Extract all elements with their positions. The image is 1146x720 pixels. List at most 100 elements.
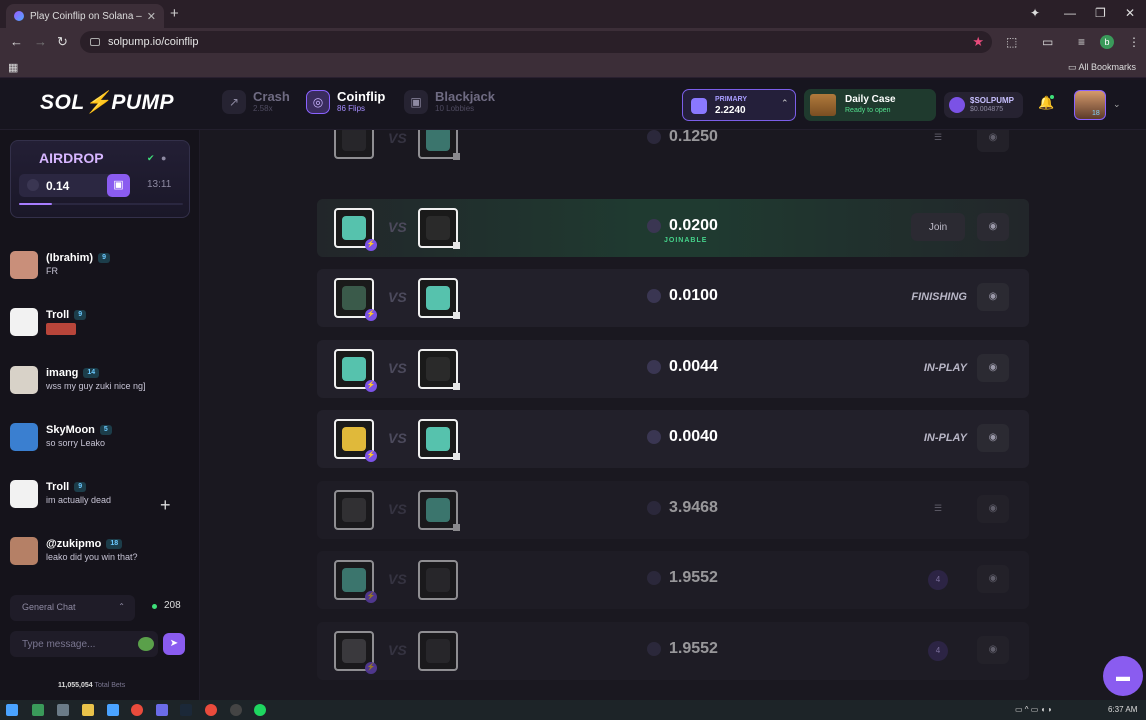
view-flip-button[interactable]: ◉ bbox=[977, 283, 1009, 311]
chat-username[interactable]: @zukipmo bbox=[46, 538, 101, 550]
check-icon: ✔ bbox=[147, 153, 155, 163]
avatar[interactable] bbox=[10, 366, 38, 394]
taskbar-app-icon[interactable] bbox=[57, 704, 69, 716]
back-icon[interactable]: ← bbox=[10, 34, 23, 49]
file-explorer-icon[interactable] bbox=[82, 704, 94, 716]
browser-tab[interactable]: Play Coinflip on Solana – No K ✕ bbox=[6, 4, 164, 28]
wager-amount: 0.0040 bbox=[647, 428, 718, 446]
apps-grid-icon[interactable]: ▦ bbox=[8, 61, 18, 74]
tab-blackjack[interactable]: ▣ Blackjack 10 Lobbies bbox=[404, 90, 495, 114]
avatar[interactable] bbox=[10, 251, 38, 279]
media-icon[interactable]: ≡ bbox=[1078, 35, 1085, 49]
tab-crash[interactable]: ↗ Crash 2.58x bbox=[222, 90, 290, 114]
chat-room-select[interactable]: General Chat ⌃ bbox=[10, 595, 135, 621]
player-avatar[interactable] bbox=[418, 349, 460, 390]
taskbar-app-icon[interactable] bbox=[107, 704, 119, 716]
steam-icon[interactable] bbox=[180, 704, 192, 716]
avatar[interactable] bbox=[10, 480, 38, 508]
taskbar-app-icon[interactable] bbox=[32, 704, 44, 716]
info-icon[interactable]: ● bbox=[161, 153, 166, 163]
chat-username[interactable]: Troll bbox=[46, 309, 69, 321]
player-avatar[interactable]: ⚡ bbox=[334, 631, 377, 674]
view-flip-button[interactable]: ◉ bbox=[977, 424, 1009, 452]
avatar[interactable] bbox=[10, 308, 38, 336]
wallet-balance-button[interactable]: PRIMARY 2.2240 ⌃ bbox=[682, 89, 796, 121]
token-price-button[interactable]: $SOLPUMP $0.004875 bbox=[944, 92, 1023, 118]
chat-username[interactable]: (Ibrahim) bbox=[46, 252, 93, 264]
player-avatar[interactable]: ⚡ bbox=[334, 349, 377, 392]
bookmarks-bar: ▦ ▭ All Bookmarks bbox=[0, 56, 1146, 78]
view-flip-button[interactable]: ◉ bbox=[977, 213, 1009, 241]
airdrop-claim-button[interactable]: ▣ bbox=[107, 174, 130, 197]
player-avatar[interactable] bbox=[418, 560, 458, 600]
send-message-button[interactable]: ➤ bbox=[163, 633, 185, 655]
player-avatar[interactable] bbox=[418, 130, 460, 160]
emoji-picker-icon[interactable] bbox=[138, 637, 154, 651]
view-flip-button[interactable]: ◉ bbox=[977, 495, 1009, 523]
daily-case-button[interactable]: Daily Case Ready to open bbox=[804, 89, 936, 121]
avatar[interactable] bbox=[10, 537, 38, 565]
address-bar[interactable]: solpump.io/coinflip ★ bbox=[80, 31, 992, 53]
total-bets: 11,055,054 Total Bets bbox=[58, 682, 125, 689]
chevron-down-icon[interactable]: ⌄ bbox=[1113, 99, 1121, 110]
reload-icon[interactable]: ↻ bbox=[57, 34, 68, 50]
chrome-icon[interactable] bbox=[205, 704, 217, 716]
level-badge: 18 bbox=[106, 539, 123, 549]
support-chat-button[interactable]: ▬ bbox=[1103, 656, 1143, 696]
site-info-icon[interactable] bbox=[90, 38, 100, 46]
daily-case-sub: Ready to open bbox=[845, 107, 891, 114]
tray-icons[interactable]: ▭ ^ ▭ ◖ ◗ bbox=[1015, 705, 1052, 714]
chat-message-input[interactable] bbox=[10, 631, 158, 657]
player-avatar[interactable]: ⚡ bbox=[334, 419, 377, 462]
spotify-icon[interactable] bbox=[254, 704, 266, 716]
profile-avatar[interactable]: b bbox=[1100, 35, 1114, 49]
taskbar-app-icon[interactable] bbox=[230, 704, 242, 716]
sol-coin-icon bbox=[647, 501, 661, 515]
solpump-logo[interactable]: SOL⚡PUMP bbox=[40, 91, 174, 115]
close-tab-icon[interactable]: ✕ bbox=[147, 10, 156, 23]
view-flip-button[interactable]: ◉ bbox=[977, 636, 1009, 664]
windows-start-icon[interactable] bbox=[6, 704, 18, 716]
discord-icon[interactable] bbox=[156, 704, 168, 716]
flip-status: IN-PLAY bbox=[923, 362, 967, 374]
maximize-button[interactable]: ❐ bbox=[1095, 6, 1106, 20]
cast-icon[interactable]: ▭ bbox=[1042, 35, 1053, 49]
chat-username[interactable]: SkyMoon bbox=[46, 424, 95, 436]
bookmark-star-icon[interactable]: ★ bbox=[972, 34, 984, 50]
wager-amount: 0.1250 bbox=[647, 130, 718, 146]
player-avatar[interactable]: ⚡ bbox=[334, 560, 377, 603]
tab-title: Play Coinflip on Solana – No K bbox=[30, 10, 143, 22]
airdrop-progress-fill bbox=[19, 203, 52, 205]
chat-username[interactable]: imang bbox=[46, 367, 78, 379]
player-avatar[interactable] bbox=[418, 631, 458, 671]
player-avatar[interactable]: ⚡ bbox=[334, 208, 377, 251]
close-window-button[interactable]: ✕ bbox=[1125, 6, 1135, 20]
player-avatar[interactable] bbox=[418, 278, 460, 319]
player-avatar[interactable] bbox=[418, 419, 460, 460]
chrome-icon[interactable] bbox=[131, 704, 143, 716]
player-avatar[interactable] bbox=[334, 130, 374, 159]
token-label: $SOLPUMP bbox=[970, 96, 1015, 105]
user-avatar[interactable] bbox=[1074, 90, 1106, 120]
extension-puzzle-icon[interactable]: ⬚ bbox=[1006, 35, 1017, 49]
new-tab-button[interactable]: + bbox=[170, 5, 179, 22]
all-bookmarks-link[interactable]: ▭ All Bookmarks bbox=[1068, 62, 1136, 73]
player-avatar[interactable]: ⚡ bbox=[334, 278, 377, 321]
tab-coinflip[interactable]: ◎ Coinflip 86 Flips bbox=[306, 90, 385, 114]
forward-icon[interactable]: → bbox=[34, 34, 47, 49]
view-flip-button[interactable]: ◉ bbox=[977, 130, 1009, 152]
extensions-icon[interactable]: ✦ bbox=[1030, 6, 1040, 20]
view-flip-button[interactable]: ◉ bbox=[977, 354, 1009, 382]
view-flip-button[interactable]: ◉ bbox=[977, 565, 1009, 593]
minimize-button[interactable]: — bbox=[1064, 6, 1076, 20]
player-avatar[interactable] bbox=[334, 490, 374, 530]
menu-icon[interactable]: ☰ bbox=[934, 132, 942, 143]
join-button[interactable]: Join bbox=[911, 213, 965, 241]
avatar[interactable] bbox=[10, 423, 38, 451]
player-avatar[interactable] bbox=[418, 490, 460, 531]
chat-username[interactable]: Troll bbox=[46, 481, 69, 493]
chrome-menu-icon[interactable]: ⋮ bbox=[1128, 35, 1140, 49]
menu-icon[interactable]: ☰ bbox=[934, 503, 942, 514]
level-badge: 9 bbox=[74, 482, 87, 492]
player-avatar[interactable] bbox=[418, 208, 460, 249]
